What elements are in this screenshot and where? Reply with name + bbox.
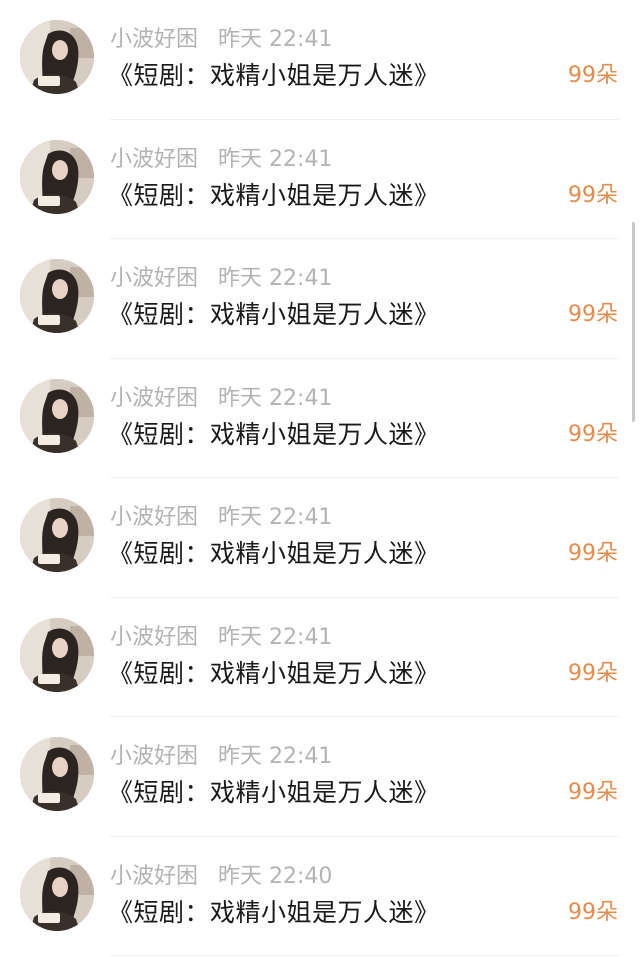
drama-title[interactable]: 《短剧：戏精小姐是万人迷》 (108, 895, 440, 931)
drama-title[interactable]: 《短剧：戏精小姐是万人迷》 (108, 417, 440, 453)
avatar[interactable] (20, 20, 94, 94)
timestamp-day: 昨天 (218, 266, 263, 291)
avatar[interactable] (20, 498, 94, 572)
list-item[interactable]: 小波好困 昨天 22:41 《短剧：戏精小姐是万人迷》 99朵 (0, 478, 640, 598)
timestamp: 昨天 22:41 (218, 386, 332, 411)
list-item[interactable]: 小波好困 昨天 22:41 《短剧：戏精小姐是万人迷》 99朵 (0, 598, 640, 717)
avatar[interactable] (20, 259, 94, 333)
drama-title[interactable]: 《短剧：戏精小姐是万人迷》 (108, 775, 440, 811)
username[interactable]: 小波好困 (110, 147, 198, 172)
list-item[interactable]: 小波好困 昨天 22:41 《短剧：戏精小姐是万人迷》 99朵 (0, 239, 640, 359)
gift-count: 99朵 (568, 302, 618, 327)
timestamp-day: 昨天 (218, 27, 263, 52)
gift-count: 99朵 (568, 780, 618, 805)
avatar[interactable] (20, 378, 94, 453)
timestamp-time: 22:41 (269, 266, 333, 291)
user-photo-icon (20, 498, 94, 572)
gift-count: 99朵 (568, 899, 618, 925)
message-meta: 小波好困 昨天 22:41 (110, 622, 332, 654)
divider (110, 955, 620, 956)
timestamp-time: 22:41 (269, 27, 333, 52)
timestamp: 昨天 22:41 (218, 27, 332, 52)
gift-count: 99朵 (568, 421, 618, 447)
avatar[interactable] (20, 737, 94, 811)
timestamp: 昨天 22:41 (218, 147, 332, 172)
gift-count: 99朵 (568, 660, 618, 686)
message-meta: 小波好困 昨天 22:41 (110, 24, 332, 56)
timestamp-day: 昨天 (218, 744, 263, 769)
user-photo-icon (20, 378, 94, 453)
timestamp-time: 22:41 (269, 505, 333, 530)
drama-title[interactable]: 《短剧：戏精小姐是万人迷》 (108, 536, 440, 572)
scrollbar[interactable] (632, 222, 635, 422)
message-meta: 小波好困 昨天 22:41 (110, 263, 332, 295)
message-meta: 小波好困 昨天 22:41 (110, 502, 332, 534)
list-item[interactable]: 小波好困 昨天 22:41 《短剧：戏精小姐是万人迷》 99朵 (0, 717, 640, 837)
user-photo-icon (20, 737, 94, 811)
user-photo-icon (20, 856, 94, 931)
user-photo-icon (20, 259, 94, 333)
gift-count: 99朵 (568, 182, 618, 208)
avatar[interactable] (20, 617, 94, 692)
timestamp-time: 22:41 (269, 146, 333, 172)
timestamp-day: 昨天 (218, 863, 263, 889)
message-meta: 小波好困 昨天 22:41 (110, 741, 332, 773)
drama-title[interactable]: 《短剧：戏精小姐是万人迷》 (108, 178, 440, 214)
timestamp-time: 22:41 (269, 385, 333, 411)
timestamp: 昨天 22:41 (218, 625, 332, 650)
avatar[interactable] (20, 139, 94, 214)
username[interactable]: 小波好困 (110, 505, 198, 530)
timestamp-time: 22:41 (269, 624, 333, 650)
message-meta: 小波好困 昨天 22:41 (110, 383, 332, 415)
timestamp-day: 昨天 (218, 505, 263, 530)
username[interactable]: 小波好困 (110, 744, 198, 769)
timestamp: 昨天 22:41 (218, 505, 332, 530)
message-meta: 小波好困 昨天 22:41 (110, 144, 332, 176)
avatar[interactable] (20, 856, 94, 931)
drama-title[interactable]: 《短剧：戏精小姐是万人迷》 (108, 58, 440, 94)
drama-title[interactable]: 《短剧：戏精小姐是万人迷》 (108, 656, 440, 692)
gift-count: 99朵 (568, 541, 618, 566)
timestamp: 昨天 22:41 (218, 744, 332, 769)
timestamp-day: 昨天 (218, 624, 263, 650)
timestamp: 昨天 22:41 (218, 266, 332, 291)
username[interactable]: 小波好困 (110, 386, 198, 411)
timestamp-day: 昨天 (218, 146, 263, 172)
list-item[interactable]: 小波好困 昨天 22:40 《短剧：戏精小姐是万人迷》 99朵 (0, 837, 640, 956)
gift-count: 99朵 (568, 63, 618, 88)
timestamp-time: 22:40 (269, 863, 333, 889)
user-photo-icon (20, 139, 94, 214)
timestamp: 昨天 22:40 (218, 864, 332, 889)
username[interactable]: 小波好困 (110, 864, 198, 889)
message-list: 小波好困 昨天 22:41 《短剧：戏精小姐是万人迷》 99朵 小波好困 昨天 22… (0, 0, 640, 956)
drama-title[interactable]: 《短剧：戏精小姐是万人迷》 (108, 297, 440, 333)
list-item[interactable]: 小波好困 昨天 22:41 《短剧：戏精小姐是万人迷》 99朵 (0, 359, 640, 478)
user-photo-icon (20, 20, 94, 94)
message-meta: 小波好困 昨天 22:40 (110, 861, 332, 893)
username[interactable]: 小波好困 (110, 27, 198, 52)
list-item[interactable]: 小波好困 昨天 22:41 《短剧：戏精小姐是万人迷》 99朵 (0, 120, 640, 239)
username[interactable]: 小波好困 (110, 625, 198, 650)
timestamp-day: 昨天 (218, 385, 263, 411)
timestamp-time: 22:41 (269, 744, 333, 769)
user-photo-icon (20, 617, 94, 692)
username[interactable]: 小波好困 (110, 266, 198, 291)
list-item[interactable]: 小波好困 昨天 22:41 《短剧：戏精小姐是万人迷》 99朵 (0, 0, 640, 120)
